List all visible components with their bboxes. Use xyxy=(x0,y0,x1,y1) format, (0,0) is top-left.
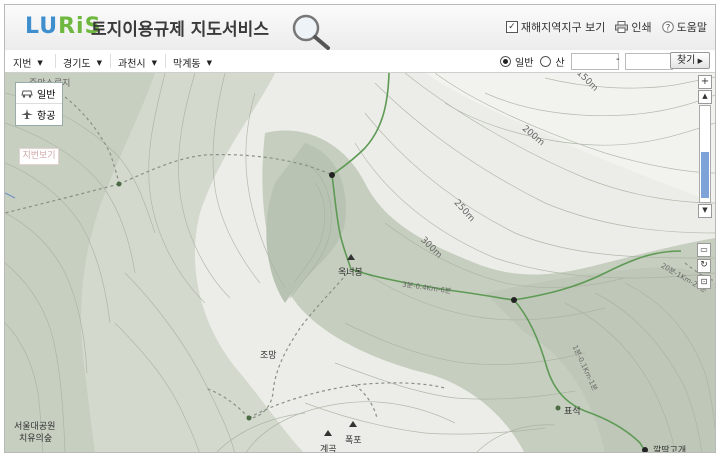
page-title: 토지이용규제 지도서비스 xyxy=(91,20,269,40)
rotate-icon[interactable]: ↻ xyxy=(697,259,711,273)
map-type-aerial[interactable]: 항공 xyxy=(16,104,62,124)
magnifier-icon xyxy=(292,14,330,50)
dropdown-province[interactable]: 경기도 ▼ xyxy=(63,55,102,71)
map-type-aerial-label: 항공 xyxy=(37,110,56,122)
airplane-icon xyxy=(21,109,33,119)
svg-text:?: ? xyxy=(665,24,670,34)
dropdown-type[interactable]: 지번 ▼ xyxy=(13,55,43,71)
dropdown-dong-label: 막계동 xyxy=(173,59,201,70)
lot-type-radios: 일반 산 xyxy=(500,54,565,69)
zoom-down-arrow-icon[interactable]: ▼ xyxy=(698,204,712,218)
find-label: 찾기 xyxy=(676,55,696,66)
chevron-down-icon: ▼ xyxy=(96,58,102,67)
radio-general-label: 일반 xyxy=(515,58,534,69)
help-icon: ? xyxy=(661,21,674,34)
map-type-general[interactable]: 일반 xyxy=(16,83,62,104)
zoom-up-arrow-icon[interactable]: ▲ xyxy=(698,90,712,104)
zoom-slider[interactable] xyxy=(699,105,711,203)
search-toolbar: 지번 ▼ 경기도 ▼ 과천시 ▼ 막계동 ▼ 일반 산 - 찾기 ▶ xyxy=(5,50,715,73)
lot-sub-input[interactable] xyxy=(625,53,673,70)
dropdown-city[interactable]: 과천시 ▼ xyxy=(118,55,157,71)
park-sub-label: 치유의숲 xyxy=(19,434,53,444)
marker-stone-label: 표석 xyxy=(564,407,581,417)
zoom-in-button[interactable]: + xyxy=(698,75,712,89)
lot-separator: - xyxy=(616,54,620,65)
divider xyxy=(55,54,56,68)
chevron-down-icon: ▼ xyxy=(151,58,157,67)
viewpoint-label: 조망 xyxy=(260,351,277,361)
lot-main-input[interactable] xyxy=(571,53,619,70)
disaster-zone-label: 재해지역지구 보기 xyxy=(520,21,606,34)
fullscreen-icon[interactable]: ⊡ xyxy=(697,275,711,289)
dropdown-type-label: 지번 xyxy=(13,59,32,70)
junction-node[interactable] xyxy=(116,181,122,187)
map-type-selector: 일반 항공 xyxy=(15,82,63,126)
chevron-down-icon: ▼ xyxy=(37,58,43,67)
topographic-map[interactable] xyxy=(5,73,715,453)
header-actions: ✓ 재해지역지구 보기 인쇄 ? 도움말 xyxy=(505,19,707,35)
map-tools: ▭ ↻ ⊡ xyxy=(697,243,711,289)
junction-node[interactable] xyxy=(329,172,335,178)
luris-logo[interactable]: LURiS xyxy=(25,14,101,39)
zoom-level-fill xyxy=(701,152,709,198)
map-canvas[interactable]: 중앙소류지 150m 200m 250m 300m 옥녀봉 3분-0.4Km-6… xyxy=(5,73,715,453)
peak-label: 옥녀봉 xyxy=(338,268,363,278)
printer-icon xyxy=(615,21,629,33)
divider xyxy=(110,54,111,68)
ruler-icon[interactable]: ▭ xyxy=(697,243,711,257)
map-type-general-label: 일반 xyxy=(37,89,56,101)
waterfall-label: 폭포 xyxy=(345,436,362,446)
radio-mountain[interactable] xyxy=(540,56,552,67)
dropdown-dong[interactable]: 막계동 ▼ xyxy=(173,55,212,71)
chevron-down-icon: ▼ xyxy=(206,58,212,67)
print-label: 인쇄 xyxy=(631,21,652,34)
help-button[interactable]: ? 도움말 xyxy=(661,19,707,35)
junction-node[interactable] xyxy=(555,405,561,411)
pass-label: 깔딱고개 xyxy=(653,446,687,453)
help-label: 도움말 xyxy=(676,21,707,34)
car-icon xyxy=(21,90,33,98)
header: LURiS 토지이용규제 지도서비스 ✓ 재해지역지구 보기 인쇄 ? 도움말 xyxy=(5,5,715,51)
zoom-control: + ▲ ▼ xyxy=(698,75,712,218)
dropdown-city-label: 과천시 xyxy=(118,59,146,70)
junction-node[interactable] xyxy=(246,415,252,421)
find-button[interactable]: 찾기 ▶ xyxy=(670,52,710,69)
arrow-right-icon: ▶ xyxy=(695,57,703,65)
show-lot-numbers-button[interactable]: 지번보기 xyxy=(19,148,59,165)
radio-general[interactable] xyxy=(500,56,511,67)
disaster-zone-checkbox[interactable]: ✓ 재해지역지구 보기 xyxy=(505,19,606,35)
dropdown-province-label: 경기도 xyxy=(63,59,91,70)
logo-part1: LU xyxy=(25,14,59,39)
junction-node[interactable] xyxy=(642,447,648,453)
divider xyxy=(165,54,166,68)
radio-mountain-label: 산 xyxy=(555,58,565,69)
valley-label: 계곡 xyxy=(320,445,337,453)
print-button[interactable]: 인쇄 xyxy=(615,19,652,35)
app-window: LURiS 토지이용규제 지도서비스 ✓ 재해지역지구 보기 인쇄 ? 도움말 … xyxy=(4,4,716,453)
junction-node[interactable] xyxy=(511,297,517,303)
checkbox-icon: ✓ xyxy=(505,21,518,33)
